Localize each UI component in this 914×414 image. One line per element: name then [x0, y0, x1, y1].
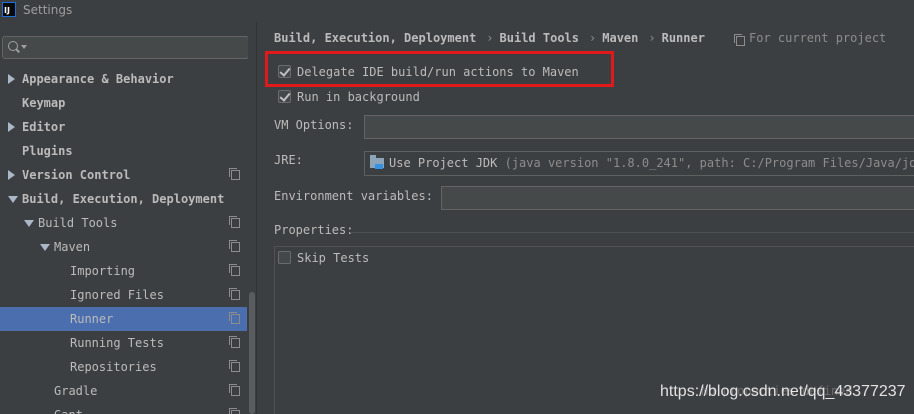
jre-selected-value: Use Project JDK: [389, 156, 498, 170]
search-input[interactable]: [2, 36, 249, 59]
sidebar-item-label: Build, Execution, Deployment: [22, 192, 225, 206]
breadcrumb-separator: ›: [589, 31, 597, 45]
breadcrumb-item[interactable]: Build Tools: [500, 31, 579, 45]
vm-options-input[interactable]: [364, 115, 914, 139]
breadcrumb-current: Runner: [661, 31, 705, 45]
settings-sidebar: Appearance & Behavior Keymap Editor Plugins…: [0, 22, 257, 414]
sidebar-item-running-tests[interactable]: Running Tests: [0, 331, 247, 355]
sidebar-item-maven[interactable]: Maven: [0, 235, 247, 259]
jre-label: JRE:: [274, 153, 303, 167]
scrollbar-thumb[interactable]: [249, 292, 255, 414]
env-vars-label: Environment variables:: [274, 189, 433, 203]
checkbox-checked-icon[interactable]: [278, 65, 291, 78]
project-scope-icon: [229, 264, 240, 276]
sidebar-item-label: Maven: [54, 240, 91, 254]
sidebar-item-label: Importing: [70, 264, 136, 278]
sidebar-item-appearance-behavior[interactable]: Appearance & Behavior: [0, 67, 247, 91]
intellij-logo-icon: IJ: [2, 2, 16, 17]
sidebar-item-label: Version Control: [22, 168, 131, 182]
chevron-down-icon[interactable]: [8, 196, 18, 203]
sidebar-item-editor[interactable]: Editor: [0, 115, 247, 139]
sidebar-item-importing[interactable]: Importing: [0, 259, 247, 283]
sidebar-item-label: Ignored Files: [70, 288, 164, 302]
settings-tree: Appearance & Behavior Keymap Editor Plugins…: [0, 67, 247, 414]
breadcrumb-separator: ›: [486, 31, 494, 45]
search-options-chevron-icon[interactable]: [21, 45, 27, 49]
properties-separator: [350, 232, 914, 233]
sidebar-item-label: Repositories: [70, 360, 157, 374]
project-scope-icon: [229, 312, 240, 324]
sidebar-item-label: Editor: [22, 120, 66, 134]
sidebar-item-label: Appearance & Behavior: [22, 72, 174, 86]
project-scope-icon: [229, 240, 240, 252]
checkbox-checked-icon[interactable]: [278, 90, 291, 103]
scope-note-text: For current project: [749, 31, 887, 45]
project-scope-icon: [229, 288, 240, 300]
delegate-build-checkbox[interactable]: Delegate IDE build/run actions to Maven: [278, 63, 579, 81]
project-scope-icon: [229, 360, 240, 372]
jre-detail: (java version "1.8.0_241", path: C:/Prog…: [504, 156, 914, 170]
breadcrumb-separator: ›: [648, 31, 656, 45]
sidebar-item-gradle[interactable]: Gradle: [0, 379, 247, 403]
window-title: Settings: [23, 3, 73, 17]
delegate-build-label[interactable]: Delegate IDE build/run actions to Maven: [297, 65, 579, 79]
scope-note: For current project: [734, 31, 887, 46]
chevron-right-icon[interactable]: [8, 170, 15, 180]
sidebar-item-gant[interactable]: Gant: [0, 403, 247, 414]
project-scope-icon: [229, 216, 240, 228]
sidebar-item-label: Runner: [70, 312, 114, 326]
sidebar-item-label: Build Tools: [38, 216, 118, 230]
breadcrumb-item[interactable]: Maven: [602, 31, 638, 45]
sidebar-item-ignored-files[interactable]: Ignored Files: [0, 283, 247, 307]
sidebar-item-build-tools[interactable]: Build Tools: [0, 211, 247, 235]
chevron-down-icon[interactable]: [24, 220, 34, 227]
sidebar-item-build-execution-deployment[interactable]: Build, Execution, Deployment: [0, 187, 247, 211]
title-bar: IJ Settings: [0, 0, 914, 22]
sidebar-item-version-control[interactable]: Version Control: [0, 163, 247, 187]
project-scope-icon: [229, 408, 240, 414]
vm-options-label: VM Options:: [274, 118, 354, 132]
chevron-down-icon[interactable]: [40, 244, 50, 251]
sidebar-item-runner[interactable]: Runner: [0, 307, 247, 331]
jdk-folder-icon: [370, 155, 384, 169]
properties-label: Properties:: [274, 223, 354, 237]
sidebar-item-label: Gant: [54, 403, 83, 414]
sidebar-item-repositories[interactable]: Repositories: [0, 355, 247, 379]
sidebar-item-keymap[interactable]: Keymap: [0, 91, 247, 115]
project-scope-icon: [229, 384, 240, 396]
project-scope-icon: [229, 168, 240, 180]
search-icon[interactable]: [8, 41, 18, 51]
skip-tests-label[interactable]: Skip Tests: [297, 251, 369, 265]
env-vars-input[interactable]: [441, 186, 914, 210]
run-in-background-label[interactable]: Run in background: [297, 90, 420, 104]
sidebar-scrollbar[interactable]: [248, 22, 256, 414]
sidebar-item-label: Gradle: [54, 384, 98, 398]
sidebar-item-label: Keymap: [22, 96, 66, 110]
runner-settings-panel: Build, Execution, Deployment › Build Tools…: [258, 22, 914, 414]
sidebar-item-plugins[interactable]: Plugins: [0, 139, 247, 163]
sidebar-item-label: Running Tests: [70, 336, 164, 350]
checkbox-unchecked-icon[interactable]: [278, 251, 291, 264]
jre-select[interactable]: Use Project JDK (java version "1.8.0_241…: [364, 151, 914, 176]
chevron-right-icon[interactable]: [8, 122, 15, 132]
breadcrumb: Build, Execution, Deployment › Build Tools…: [274, 31, 705, 49]
project-scope-icon: [734, 34, 745, 46]
breadcrumb-item[interactable]: Build, Execution, Deployment: [274, 31, 476, 45]
watermark: https://blog.csdn.net/qq_43377237: [660, 383, 906, 400]
project-scope-icon: [229, 336, 240, 348]
sidebar-item-label: Plugins: [22, 144, 73, 158]
skip-tests-checkbox[interactable]: Skip Tests: [278, 249, 369, 267]
run-in-background-checkbox[interactable]: Run in background: [278, 88, 420, 106]
chevron-right-icon[interactable]: [8, 74, 15, 84]
